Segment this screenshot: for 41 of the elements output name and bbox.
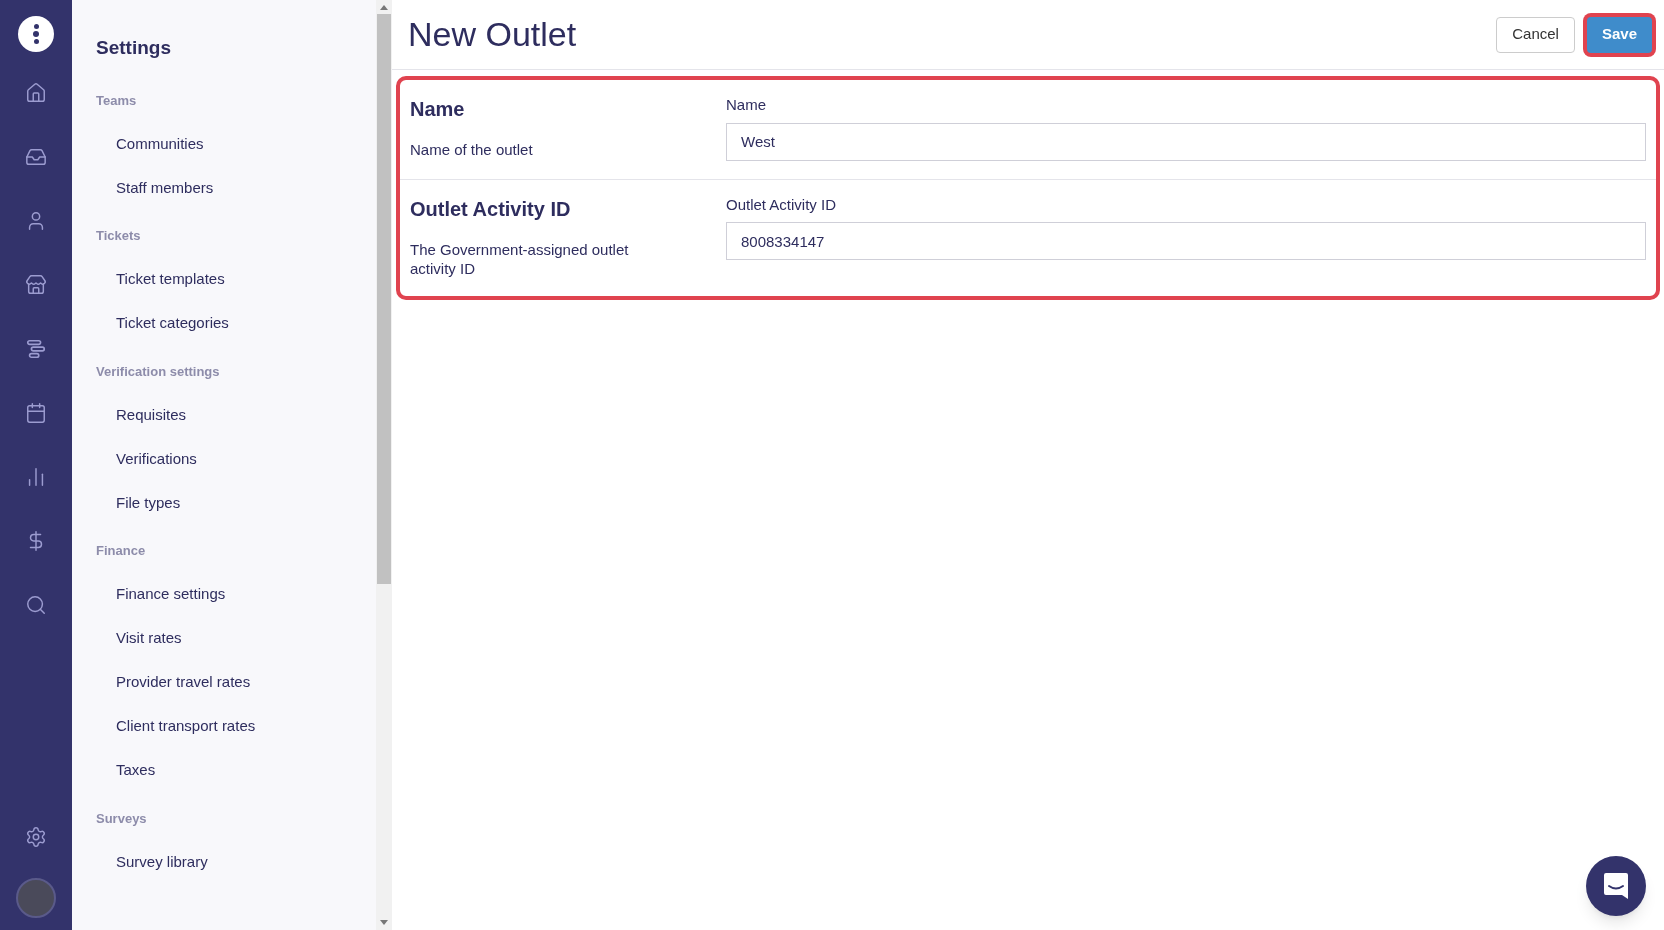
section-heading: Teams [96, 91, 138, 110]
logo-icon[interactable] [18, 16, 54, 52]
section-heading: Tickets [96, 227, 142, 245]
sidebar-item[interactable]: File types [116, 491, 181, 515]
field-description: The Government-assigned outlet activity ID [410, 239, 630, 278]
inbox-icon[interactable] [25, 146, 47, 168]
settings-icon[interactable] [25, 826, 47, 848]
sidebar-item[interactable]: Ticket templates [116, 268, 225, 291]
field-description: Name of the outlet [410, 140, 534, 159]
field-heading: Outlet Activity ID [410, 196, 572, 222]
home-icon[interactable] [25, 82, 47, 104]
sidebar-item[interactable]: Survey library [116, 850, 208, 874]
section-heading: Finance [96, 542, 147, 560]
field-heading: Name [410, 97, 466, 122]
scroll-down-icon[interactable] [380, 920, 388, 925]
input-field[interactable]: West [726, 122, 1646, 161]
field-label: Name [726, 95, 767, 115]
store-icon[interactable] [25, 274, 47, 296]
chat-button[interactable] [1586, 856, 1646, 916]
cancel-button[interactable]: Cancel [1496, 16, 1575, 53]
sidebar-item[interactable]: Verifications [116, 447, 197, 471]
bars-icon[interactable] [25, 338, 47, 360]
sidebar-item[interactable]: Provider travel rates [116, 671, 251, 694]
sidebar-item[interactable]: Client transport rates [116, 715, 256, 738]
field-label: Outlet Activity ID [726, 194, 838, 215]
sidebar-item[interactable]: Requisites [116, 403, 187, 427]
sidebar-item[interactable]: Visit rates [116, 627, 182, 650]
chat-icon [1602, 871, 1630, 901]
page-title: New Outlet [408, 14, 577, 55]
input-field[interactable]: 8008334147 [726, 222, 1646, 260]
sidebar-item[interactable]: Communities [116, 132, 204, 156]
sidebar-item[interactable]: Taxes [116, 759, 156, 782]
section-heading: Verification settings [96, 362, 221, 381]
section-heading: Surveys [96, 809, 148, 828]
sidebar-item[interactable]: Ticket categories [116, 312, 229, 335]
sidebar-item[interactable]: Finance settings [116, 583, 226, 606]
calendar-icon[interactable] [25, 402, 47, 424]
sidebar-title: Settings [96, 36, 172, 60]
scrollbar[interactable] [376, 0, 392, 930]
sidebar-item[interactable]: Staff members [116, 176, 214, 200]
search-icon[interactable] [25, 594, 47, 616]
